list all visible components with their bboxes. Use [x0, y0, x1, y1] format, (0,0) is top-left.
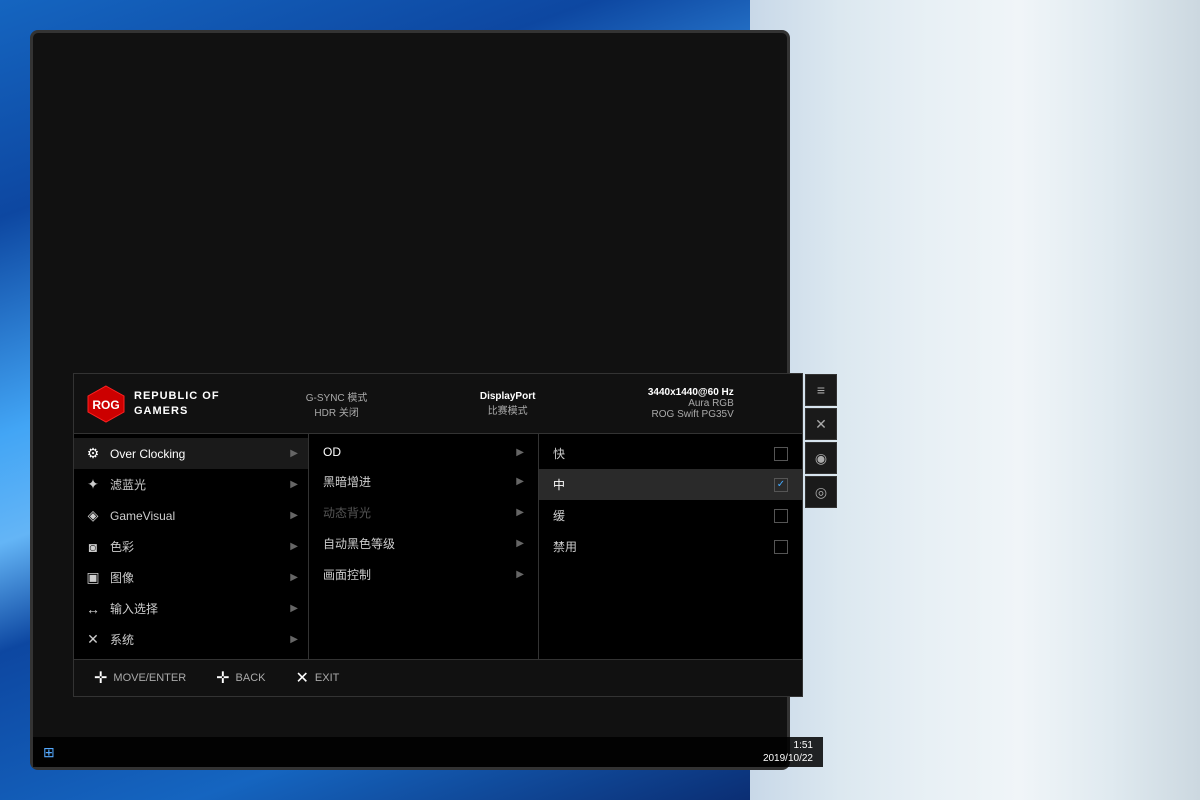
clock-time: 1:51: [763, 739, 813, 752]
color-arrow-icon: ▶: [290, 541, 298, 552]
fast-label: 快: [553, 445, 766, 462]
system-arrow-icon: ▶: [290, 634, 298, 645]
input-label: 输入选择: [110, 600, 282, 617]
autoblack-arrow-icon: ▶: [516, 538, 524, 549]
bluelight-label: 滤蓝光: [110, 476, 282, 493]
exit-icon: ✕: [296, 668, 309, 688]
display-info: 3440x1440@60 Hz Aura RGB ROG Swift PG35V: [648, 387, 734, 420]
gamevisual-arrow-icon: ▶: [290, 510, 298, 521]
disabled-checkbox: [774, 540, 788, 554]
color-label: 色彩: [110, 538, 282, 555]
od-label: OD: [323, 445, 516, 459]
model-text: ROG Swift PG35V: [648, 409, 734, 420]
osd-menu: ROG REPUBLIC OF GAMERS G-SYNC 模式 HDR 关闭 …: [73, 373, 803, 697]
rog-icon: ROG: [86, 384, 126, 424]
overclocking-icon: ⚙: [84, 445, 102, 462]
gamevisual-label: GameVisual: [110, 509, 282, 523]
hdr-label: HDR 关闭: [306, 404, 368, 419]
autoblack-label: 自动黑色等级: [323, 535, 516, 552]
dpad-icon: ✛: [94, 668, 107, 688]
taskbar-clock: 1:51 2019/10/22: [763, 739, 813, 765]
gsync-label: G-SYNC 模式: [306, 389, 368, 404]
gamevisual-icon: ◈: [84, 507, 102, 524]
gsync-info: G-SYNC 模式 HDR 关闭: [306, 389, 368, 419]
resolution-text: 3440x1440@60 Hz: [648, 387, 734, 398]
port-info: DisplayPort 比赛模式: [480, 391, 536, 417]
image-label: 图像: [110, 569, 282, 586]
bluelight-icon: ✦: [84, 476, 102, 493]
dynamic-arrow-icon: ▶: [516, 507, 524, 518]
submenu-panel: OD ▶ 黑暗增进 ▶ 动态背光 ▶ 自动黑色等级 ▶ 画面控制 ▶: [309, 434, 539, 659]
menu-item-gamevisual[interactable]: ◈ GameVisual ▶: [74, 500, 308, 531]
submenu-item-dark[interactable]: 黑暗增进 ▶: [309, 466, 538, 497]
clock-date: 2019/10/22: [763, 752, 813, 765]
rog-brand-text: REPUBLIC OF GAMERS: [134, 389, 220, 418]
rog-logo: ROG REPUBLIC OF GAMERS: [86, 384, 220, 424]
color-icon: ◙: [84, 539, 102, 555]
headphone-button[interactable]: ◎: [805, 476, 837, 508]
value-medium[interactable]: 中 ✓: [539, 469, 802, 500]
value-slow[interactable]: 缓: [539, 500, 802, 531]
footer-exit[interactable]: ✕ EXIT: [296, 668, 340, 688]
screen-label: 画面控制: [323, 566, 516, 583]
medium-label: 中: [553, 476, 766, 493]
image-arrow-icon: ▶: [290, 572, 298, 583]
main-menu-panel: ⚙ Over Clocking ▶ ✦ 滤蓝光 ▶ ◈ GameVisual ▶…: [74, 434, 309, 659]
close-button[interactable]: ✕: [805, 408, 837, 440]
overclocking-label: Over Clocking: [110, 447, 282, 461]
input-arrow-icon: ▶: [290, 603, 298, 614]
footer-move: ✛ MOVE/ENTER: [94, 668, 186, 688]
back-icon: ✛: [216, 668, 229, 688]
osd-menu-body: ⚙ Over Clocking ▶ ✦ 滤蓝光 ▶ ◈ GameVisual ▶…: [74, 434, 802, 659]
submenu-item-od[interactable]: OD ▶: [309, 438, 538, 466]
submenu-item-screen[interactable]: 画面控制 ▶: [309, 559, 538, 590]
submenu-item-dynamic: 动态背光 ▶: [309, 497, 538, 528]
submenu-item-autoblack[interactable]: 自动黑色等级 ▶: [309, 528, 538, 559]
side-buttons-panel: ≡ ✕ ◉ ◎: [805, 374, 837, 508]
od-arrow-icon: ▶: [516, 447, 524, 458]
image-icon: ▣: [84, 569, 102, 586]
medium-checkbox: ✓: [774, 478, 788, 492]
back-label: BACK: [236, 672, 266, 684]
menu-item-system[interactable]: ✕ 系统 ▶: [74, 624, 308, 655]
move-label: MOVE/ENTER: [113, 672, 186, 684]
gamepad-button[interactable]: ◉: [805, 442, 837, 474]
slow-checkbox: [774, 509, 788, 523]
screen-arrow-icon: ▶: [516, 569, 524, 580]
footer-back: ✛ BACK: [216, 668, 265, 688]
osd-footer: ✛ MOVE/ENTER ✛ BACK ✕ EXIT: [74, 659, 802, 696]
disabled-label: 禁用: [553, 538, 766, 555]
menu-item-input[interactable]: ↔ 输入选择 ▶: [74, 593, 308, 624]
taskbar: ⊞ 1:51 2019/10/22: [33, 737, 823, 767]
value-disabled[interactable]: 禁用: [539, 531, 802, 562]
input-icon: ↔: [84, 601, 102, 617]
monitor-frame: ⊞ 1:51 2019/10/22 ROG REPUBLIC OF GAMERS…: [30, 30, 790, 770]
dynamic-label: 动态背光: [323, 504, 516, 521]
menu-item-overclocking[interactable]: ⚙ Over Clocking ▶: [74, 438, 308, 469]
overclocking-arrow-icon: ▶: [290, 448, 298, 459]
exit-label: EXIT: [315, 672, 339, 684]
windows-logo-icon: ⊞: [43, 744, 55, 761]
port-label: DisplayPort: [480, 391, 536, 402]
value-fast[interactable]: 快: [539, 438, 802, 469]
menu-button[interactable]: ≡: [805, 374, 837, 406]
svg-text:ROG: ROG: [92, 398, 119, 412]
menu-item-color[interactable]: ◙ 色彩 ▶: [74, 531, 308, 562]
menu-item-bluelight[interactable]: ✦ 滤蓝光 ▶: [74, 469, 308, 500]
rgb-label: Aura RGB: [648, 398, 734, 409]
slow-label: 缓: [553, 507, 766, 524]
system-icon: ✕: [84, 631, 102, 648]
menu-item-image[interactable]: ▣ 图像 ▶: [74, 562, 308, 593]
system-label: 系统: [110, 631, 282, 648]
mode-label: 比赛模式: [480, 402, 536, 417]
dark-arrow-icon: ▶: [516, 476, 524, 487]
header-info-section: G-SYNC 模式 HDR 关闭 DisplayPort 比赛模式 3440x1…: [250, 387, 790, 420]
osd-header: ROG REPUBLIC OF GAMERS G-SYNC 模式 HDR 关闭 …: [74, 374, 802, 434]
values-panel: 快 中 ✓ 缓 禁用: [539, 434, 802, 659]
dark-label: 黑暗增进: [323, 473, 516, 490]
bluelight-arrow-icon: ▶: [290, 479, 298, 490]
fast-checkbox: [774, 447, 788, 461]
